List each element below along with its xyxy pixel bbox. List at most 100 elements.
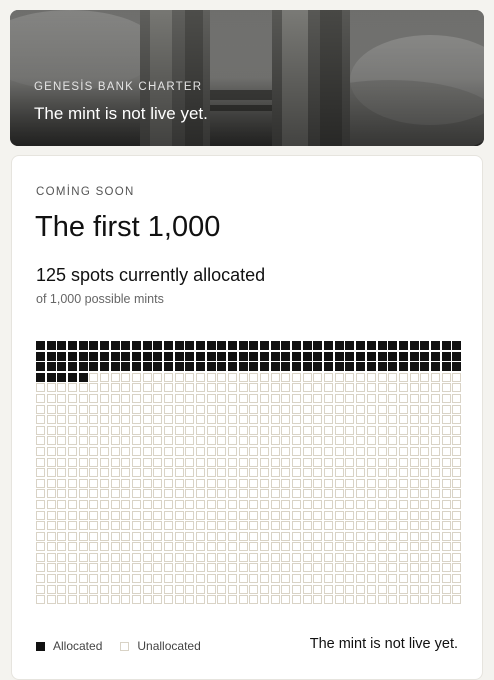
unallocated-spot (281, 521, 291, 531)
unallocated-spot (153, 393, 163, 403)
unallocated-spot (153, 457, 163, 467)
allocated-spot (377, 362, 387, 372)
unallocated-spot (377, 372, 387, 382)
unallocated-spot (36, 574, 45, 584)
unallocated-spot (132, 489, 142, 499)
unallocated-spot (36, 499, 45, 509)
unallocated-spot (228, 563, 238, 573)
unallocated-spot (270, 383, 280, 393)
unallocated-spot (302, 510, 312, 520)
unallocated-spot (206, 574, 216, 584)
unallocated-spot (142, 436, 152, 446)
unallocated-spot (313, 457, 323, 467)
unallocated-spot (345, 563, 355, 573)
unallocated-spot (100, 478, 110, 488)
unallocated-spot (36, 510, 45, 520)
unallocated-spot (121, 489, 131, 499)
unallocated-spot (430, 595, 440, 605)
unallocated-spot (366, 436, 376, 446)
unallocated-spot (377, 436, 387, 446)
unallocated-spot (270, 457, 280, 467)
unallocated-spot (409, 521, 419, 531)
unallocated-spot (36, 489, 45, 499)
unallocated-spot (153, 521, 163, 531)
unallocated-spot (441, 425, 451, 435)
mint-status: The mint is not live yet. (309, 636, 458, 652)
unallocated-spot (366, 425, 376, 435)
allocation-grid (36, 341, 462, 605)
unallocated-spot (206, 521, 216, 531)
unallocated-spot (324, 404, 334, 414)
unallocated-spot (398, 510, 408, 520)
unallocated-spot (292, 436, 302, 446)
legend-unallocated-label: Unallocated (137, 639, 201, 653)
unallocated-spot (324, 478, 334, 488)
unallocated-spot (324, 383, 334, 393)
unallocated-spot (132, 425, 142, 435)
unallocated-spot (302, 468, 312, 478)
unallocated-spot (313, 499, 323, 509)
unallocated-spot (281, 510, 291, 520)
allocated-spot (420, 362, 430, 372)
unallocated-spot (398, 563, 408, 573)
unallocated-spot (110, 531, 120, 541)
unallocated-spot (398, 425, 408, 435)
unallocated-spot (217, 510, 227, 520)
unallocated-spot (441, 510, 451, 520)
unallocated-spot (249, 510, 259, 520)
unallocated-spot (196, 574, 206, 584)
unallocated-spot (452, 595, 462, 605)
unallocated-spot (100, 521, 110, 531)
unallocated-spot (238, 489, 248, 499)
unallocated-spot (420, 510, 430, 520)
unallocated-spot (452, 446, 462, 456)
unallocated-spot (356, 552, 366, 562)
unallocated-spot (57, 383, 67, 393)
unallocated-spot (89, 478, 99, 488)
unallocated-spot (313, 552, 323, 562)
unallocated-spot (185, 521, 195, 531)
unallocated-spot (441, 457, 451, 467)
unallocated-spot (430, 510, 440, 520)
unallocated-spot (430, 468, 440, 478)
unallocated-spot (174, 595, 184, 605)
unallocated-spot (260, 415, 270, 425)
unallocated-spot (249, 383, 259, 393)
unallocated-spot (249, 531, 259, 541)
unallocated-spot (196, 584, 206, 594)
allocated-spot (100, 351, 110, 361)
unallocated-spot (366, 542, 376, 552)
unallocated-spot (238, 563, 248, 573)
unallocated-spot (334, 457, 344, 467)
allocated-spot (334, 362, 344, 372)
unallocated-spot (260, 595, 270, 605)
unallocated-spot (377, 595, 387, 605)
unallocated-spot (110, 489, 120, 499)
unallocated-spot (185, 383, 195, 393)
unallocated-spot (452, 436, 462, 446)
unallocated-spot (153, 436, 163, 446)
unallocated-spot (153, 584, 163, 594)
unallocated-spot (430, 521, 440, 531)
unallocated-spot (164, 552, 174, 562)
unallocated-spot (409, 425, 419, 435)
allocated-spot (142, 351, 152, 361)
unallocated-spot (174, 457, 184, 467)
unallocated-spot (302, 372, 312, 382)
unallocated-spot (430, 499, 440, 509)
unallocated-spot (78, 563, 88, 573)
unallocated-spot (366, 372, 376, 382)
card-title: The first 1,000 (35, 211, 221, 243)
unallocated-spot (89, 521, 99, 531)
unallocated-spot (132, 552, 142, 562)
unallocated-spot (409, 372, 419, 382)
unallocated-spot (100, 425, 110, 435)
unallocated-spot (249, 404, 259, 414)
unallocated-spot (377, 552, 387, 562)
unallocated-spot (238, 510, 248, 520)
unallocated-spot (356, 415, 366, 425)
unallocated-spot (249, 552, 259, 562)
allocated-spot (441, 362, 451, 372)
unallocated-spot (249, 393, 259, 403)
unallocated-spot (110, 595, 120, 605)
